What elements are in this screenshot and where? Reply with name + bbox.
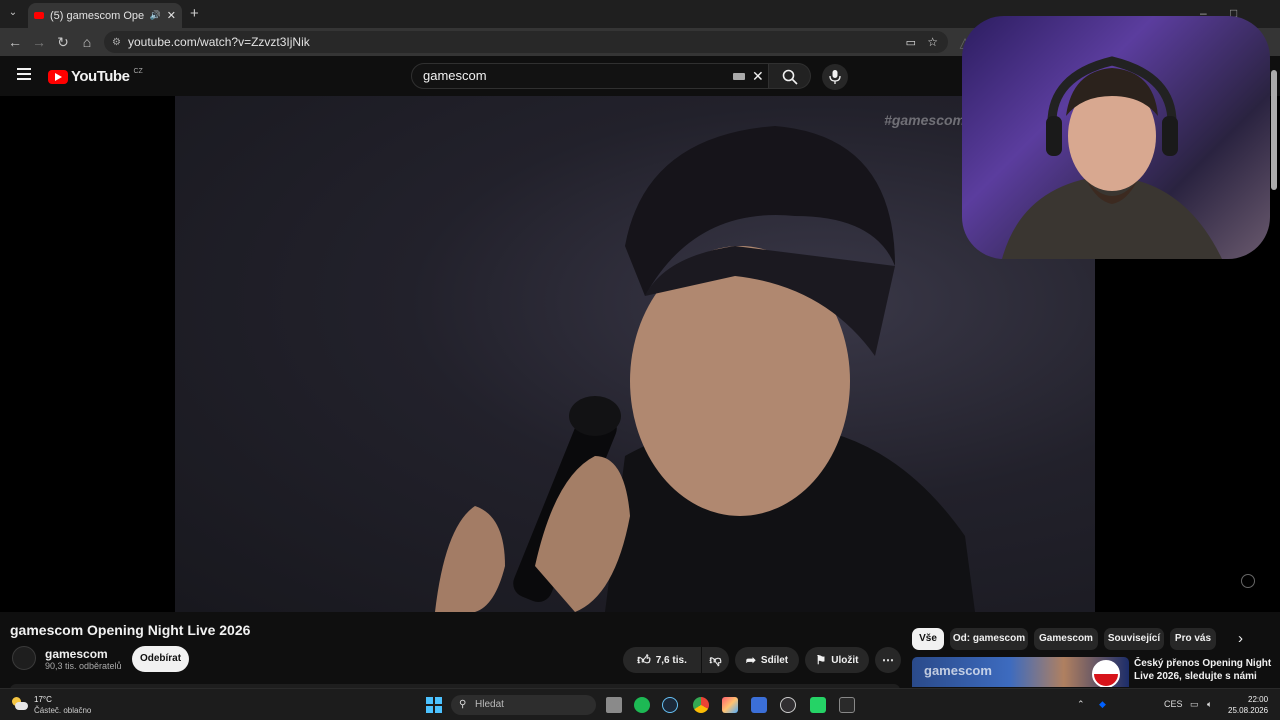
address-bar[interactable]: ⚙ youtube.com/watch?v=Zzvzt3IjNik ▭ ☆ [104, 31, 948, 53]
streamer-figure [1002, 56, 1222, 259]
channel-avatar[interactable] [12, 646, 36, 670]
menu-hamburger-icon[interactable] [17, 68, 31, 80]
search-icon [782, 69, 798, 85]
floppy-save-app-icon[interactable] [751, 697, 767, 713]
site-info-icon[interactable]: ⚙ [112, 37, 121, 48]
streamer-facecam [962, 16, 1270, 259]
taskbar-search[interactable]: ⚲ Hledat [451, 695, 596, 715]
tab-close-icon[interactable]: ✕ [167, 9, 176, 22]
subscribe-button[interactable]: Odebírat [132, 646, 189, 672]
search-input[interactable]: gamescom ✕ [411, 63, 769, 89]
speaker-icon[interactable]: 🔊 [150, 10, 161, 21]
microphone-icon [829, 70, 841, 84]
thumbs-up-icon: 👍︎ [637, 652, 651, 667]
more-actions-button[interactable]: ⋯ [875, 647, 901, 673]
reload-icon[interactable]: ↻ [54, 33, 72, 51]
share-label: Sdílet [760, 654, 789, 666]
chip-for-you[interactable]: Pro vás [1170, 628, 1216, 650]
thumbs-down-icon: 👎︎ [709, 652, 722, 667]
back-icon[interactable]: ← [6, 33, 24, 51]
new-tab-button[interactable]: + [190, 5, 199, 22]
share-button[interactable]: ➦ Sdílet [735, 647, 799, 673]
search-input-value: gamescom [423, 68, 487, 83]
subscriber-count: 90,3 tis. odběratelů [45, 661, 122, 671]
youtube-logo[interactable]: YouTube CZ [48, 68, 143, 85]
chip-from-gamescom[interactable]: Od: gamescom [950, 628, 1028, 650]
clear-search-icon[interactable]: ✕ [752, 64, 764, 88]
network-icon[interactable]: ▭ [1190, 699, 1199, 710]
more-dots-icon: ⋯ [882, 653, 894, 667]
chips-next-icon[interactable]: › [1238, 630, 1243, 647]
save-button[interactable]: ⚑ Uložit [805, 647, 869, 673]
save-label: Uložit [831, 654, 859, 666]
obs-icon[interactable] [780, 697, 796, 713]
czech-flag-icon [1092, 660, 1120, 687]
youtube-play-icon [48, 69, 68, 84]
whatsapp-icon[interactable] [810, 697, 826, 713]
windows-taskbar: 17°C Částeč. oblačno ⚲ Hledat ⌃ ◆ ▭ 🔈︎ C… [0, 688, 1280, 720]
taskbar-search-placeholder: Hledat [475, 699, 504, 710]
recommended-video-title[interactable]: Český přenos Opening Night Live 2026, sl… [1134, 657, 1274, 685]
bookmark-star-icon[interactable]: ☆ [927, 35, 938, 49]
forward-icon[interactable]: → [30, 33, 48, 51]
browser-tab-active[interactable]: (5) gamescom Opening Ni 🔊 ✕ [28, 3, 182, 28]
chip-all[interactable]: Vše [912, 628, 944, 650]
keyboard-icon[interactable] [733, 73, 745, 80]
thumbnail-text: gamescom [924, 663, 992, 678]
home-icon[interactable]: ⌂ [78, 33, 96, 51]
taskbar-search-icon: ⚲ [459, 699, 467, 710]
volume-icon[interactable]: 🔈︎ [1207, 699, 1212, 710]
youtube-favicon-icon [34, 12, 44, 19]
clock-date[interactable]: 25.08.2026 [1228, 706, 1268, 715]
video-frame[interactable]: #gamescom [175, 96, 1095, 612]
spotify-icon[interactable] [634, 697, 650, 713]
recommended-video-thumbnail[interactable]: gamescom [912, 657, 1129, 687]
chip-related[interactable]: Související [1104, 628, 1164, 650]
photos-app-icon[interactable] [722, 697, 738, 713]
dislike-button[interactable]: 👎︎ [702, 647, 729, 673]
like-count: 7,6 tis. [655, 654, 687, 666]
weather-cloud-icon[interactable] [12, 697, 28, 711]
gamescom-corner-icon [1241, 574, 1255, 588]
country-code: CZ [133, 68, 143, 75]
tray-overflow-icon[interactable]: ⌃ [1077, 699, 1085, 710]
tab-title: (5) gamescom Opening Ni [50, 9, 144, 22]
tab-list-dropdown-icon[interactable]: ⌄ [6, 7, 20, 21]
epic-games-icon[interactable] [839, 697, 855, 713]
chip-gamescom[interactable]: Gamescom [1034, 628, 1098, 650]
clock-time[interactable]: 22:00 [1248, 695, 1268, 704]
steam-icon[interactable] [662, 697, 678, 713]
install-app-icon[interactable]: ▭ [906, 36, 916, 49]
weather-description: Částeč. oblačno [34, 706, 92, 715]
voice-search-button[interactable] [822, 64, 848, 90]
video-title: gamescom Opening Night Live 2026 [10, 622, 251, 638]
weather-temperature: 17°C [34, 695, 52, 704]
language-indicator[interactable]: CES [1164, 699, 1183, 709]
share-icon: ➦ [745, 653, 756, 667]
bookmark-icon: ⚑ [815, 653, 827, 667]
page-scrollbar[interactable] [1271, 70, 1277, 190]
url-text: youtube.com/watch?v=Zzvzt3IjNik [128, 35, 310, 49]
dropbox-icon[interactable]: ◆ [1099, 699, 1106, 710]
chrome-icon[interactable] [693, 697, 709, 713]
speaker-figure [435, 126, 975, 612]
search-button[interactable] [769, 63, 811, 89]
task-view-icon[interactable] [606, 697, 622, 713]
youtube-logo-text: YouTube [71, 68, 130, 85]
channel-name[interactable]: gamescom [45, 647, 108, 661]
like-button[interactable]: 👍︎ 7,6 tis. [623, 647, 701, 673]
windows-start-icon[interactable] [426, 697, 442, 713]
